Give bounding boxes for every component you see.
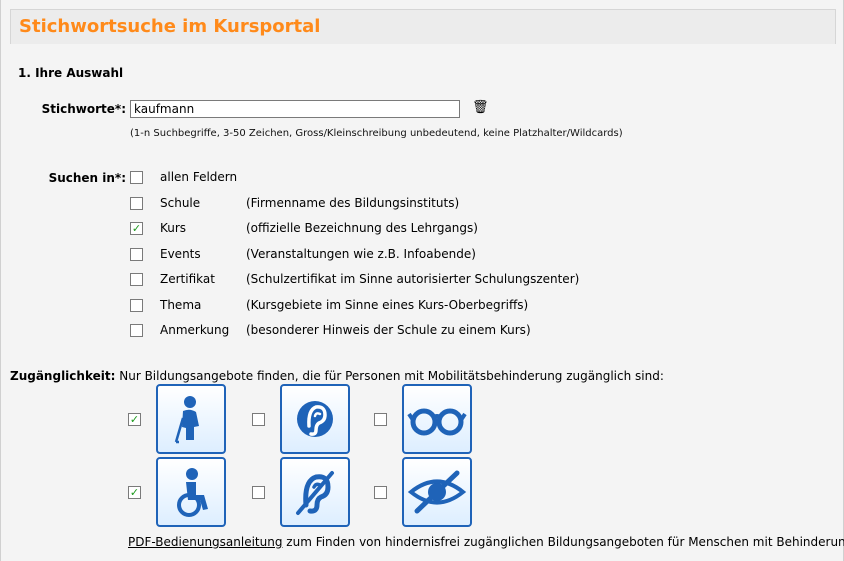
footer-note: PDF-Bedienungsanleitung zum Finden von h… xyxy=(128,535,844,549)
section-title: 1. Ihre Auswahl xyxy=(18,66,124,80)
option-label: Events xyxy=(160,246,201,261)
blind-eye-checkbox[interactable] xyxy=(374,486,387,499)
page-title: Stichwortsuche im Kursportal xyxy=(19,16,321,37)
checkbox-schule[interactable] xyxy=(130,196,143,210)
option-description: (Firmenname des Bildungsinstituts) xyxy=(246,195,460,210)
wheelchair-icon[interactable] xyxy=(156,457,226,527)
option-label: Zertifikat xyxy=(160,272,215,286)
blind-eye-icon[interactable] xyxy=(402,457,472,527)
accessibility-row: Zugänglichkeit: Nur Bildungsangebote fin… xyxy=(10,369,664,383)
deaf-ear-icon[interactable] xyxy=(280,457,350,527)
option-description: (besonderer Hinweis der Schule zu einem … xyxy=(246,323,531,337)
checkbox-anmerkung[interactable] xyxy=(130,324,143,337)
wheelchair-checkbox[interactable]: ✓ xyxy=(128,486,141,499)
accessibility-label: Zugänglichkeit: xyxy=(10,369,116,383)
search-in-label: Suchen in*: xyxy=(48,171,126,185)
pdf-manual-link[interactable]: PDF-Bedienungsanleitung xyxy=(128,535,282,549)
option-label: Anmerkung xyxy=(160,323,230,337)
keywords-input[interactable]: kaufmann xyxy=(130,100,460,118)
low-vision-glasses-icon[interactable] xyxy=(402,384,472,454)
option-description: (Veranstaltungen wie z.B. Infoabende) xyxy=(246,246,476,261)
checkbox-zertifikat[interactable] xyxy=(130,273,143,286)
trash-icon[interactable]: 🗑 xyxy=(472,100,489,115)
keywords-hint: (1-n Suchbegriffe, 3-50 Zeichen, Gross/K… xyxy=(130,128,623,139)
hearing-ear-checkbox[interactable] xyxy=(252,413,265,426)
deaf-ear-checkbox[interactable] xyxy=(252,486,265,499)
blind-person-cane-checkbox[interactable]: ✓ xyxy=(128,413,141,426)
search-form: 1. Ihre Auswahl Stichworte*: kaufmann 🗑 … xyxy=(10,44,844,561)
option-description: (offizielle Bezeichnung des Lehrgangs) xyxy=(246,221,478,235)
accessibility-description: Nur Bildungsangebote finden, die für Per… xyxy=(119,369,664,383)
title-bar: Stichwortsuche im Kursportal xyxy=(10,9,836,45)
blind-person-cane-icon[interactable] xyxy=(156,384,226,454)
option-label: Kurs xyxy=(160,221,187,235)
option-label: Schule xyxy=(160,195,201,210)
hearing-ear-icon[interactable] xyxy=(280,384,350,454)
option-description: (Kursgebiete im Sinne eines Kurs-Oberbeg… xyxy=(246,297,529,312)
option-label: allen Feldern xyxy=(160,170,238,184)
option-label: Thema xyxy=(160,297,202,312)
checkbox-kurs[interactable]: ✓ xyxy=(130,222,143,235)
low-vision-glasses-checkbox[interactable] xyxy=(374,413,387,426)
checkbox-thema[interactable] xyxy=(130,298,143,312)
option-description: (Schulzertifikat im Sinne autorisierter … xyxy=(246,272,580,286)
footer-text: zum Finden von hindernisfrei zugängliche… xyxy=(282,535,844,549)
page-frame: Stichwortsuche im Kursportal 1. Ihre Aus… xyxy=(0,0,844,561)
checkbox-allen-feldern[interactable] xyxy=(130,171,143,184)
checkbox-events[interactable] xyxy=(130,247,143,261)
keywords-label: Stichworte*: xyxy=(41,102,126,116)
